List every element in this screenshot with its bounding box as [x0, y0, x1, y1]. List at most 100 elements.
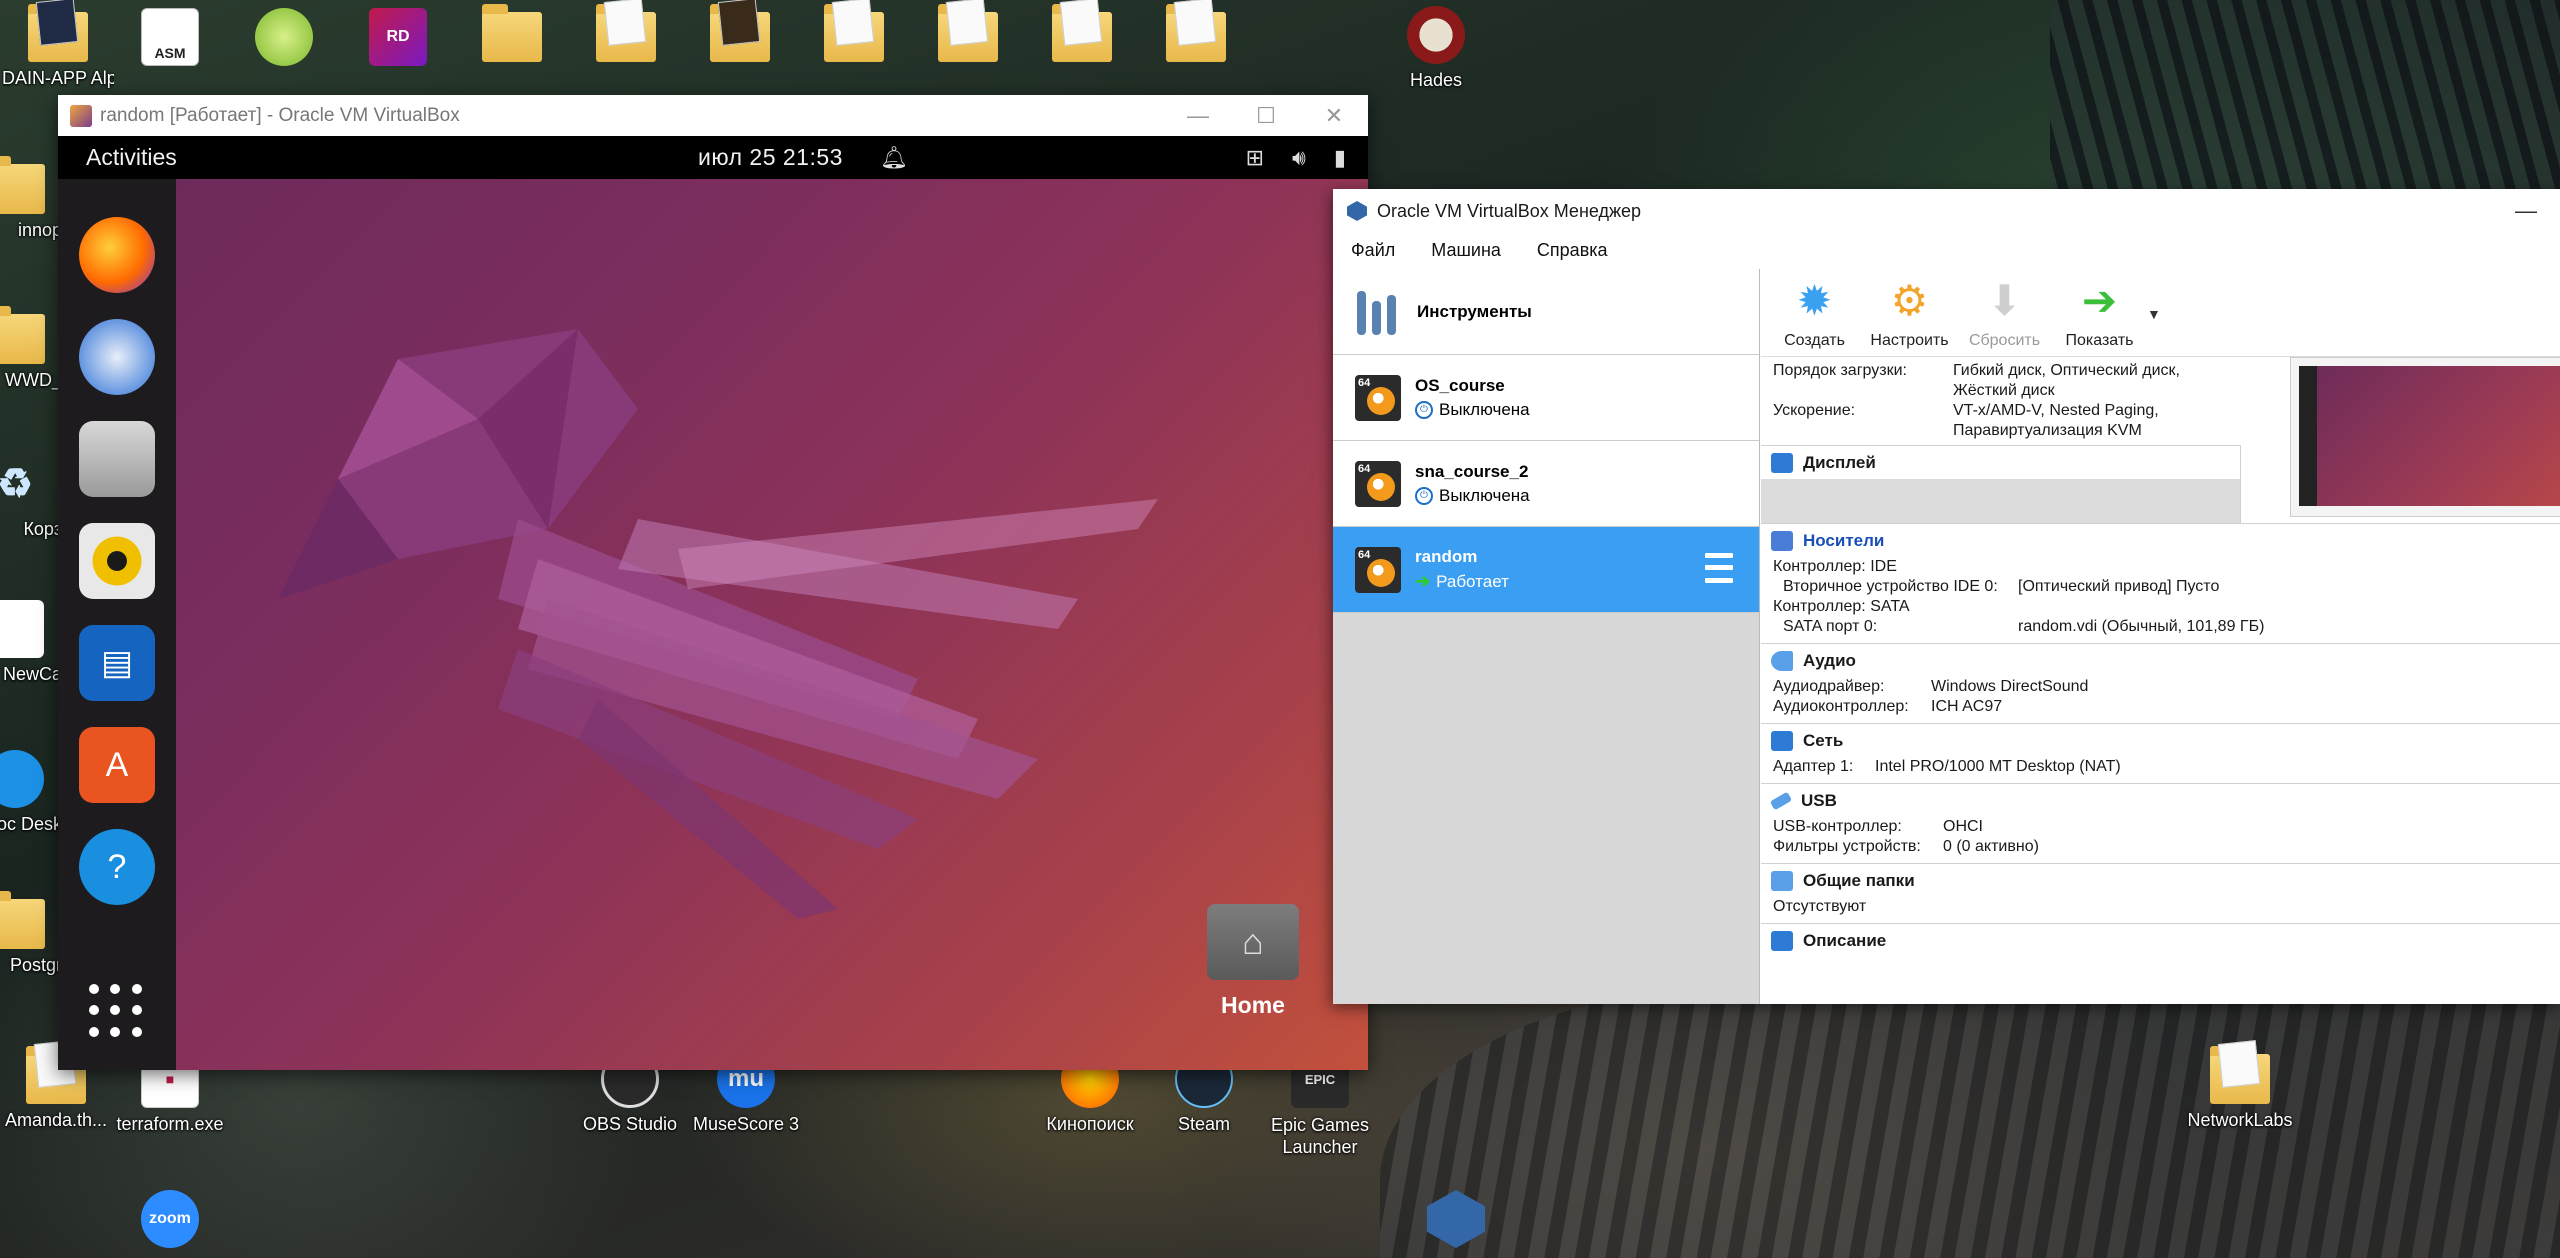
display-icon [1771, 452, 1793, 473]
description-header[interactable]: Описание [1761, 923, 2560, 957]
show-dropdown-arrow-icon[interactable]: ▼ [2147, 306, 2161, 356]
virtualbox-icon [1347, 201, 1367, 221]
description-icon [1771, 930, 1793, 951]
audio-section: Аудио Аудиодрайвер: Windows DirectSound А… [1761, 643, 2560, 723]
folder-icon [0, 306, 45, 364]
manager-titlebar[interactable]: Oracle VM VirtualBox Менеджер — ☐ [1333, 189, 2560, 233]
desktop-icon-folder-7[interactable] [1140, 0, 1252, 62]
firefox-icon[interactable] [79, 217, 155, 293]
ubuntu-dock: ▤ A ? [58, 179, 176, 1070]
settings-button[interactable]: ⚙ Настроить [1862, 276, 1957, 356]
volume-icon[interactable]: 🔊︎ [1292, 145, 1306, 171]
help-icon[interactable]: ? [79, 829, 155, 905]
ubuntu-64-icon: 64 [1355, 546, 1401, 593]
activities-button[interactable]: Activities [58, 144, 177, 171]
shared-folder-icon [1771, 870, 1793, 891]
desktop-icon-rider[interactable]: RD [342, 8, 454, 66]
battery-icon[interactable]: ▮ [1334, 145, 1346, 171]
home-icon: ⌂ [1207, 904, 1299, 980]
shared-folders-header[interactable]: Общие папки [1761, 863, 2560, 897]
desktop-icon-folder-2[interactable] [570, 0, 682, 62]
folder-icon [824, 0, 884, 62]
tools-icon [1357, 289, 1403, 335]
vm-item-os-course[interactable]: 64 OS_course ⏻ Выключена [1333, 355, 1759, 441]
file-icon [0, 600, 44, 658]
vm-titlebar[interactable]: random [Работает] - Oracle VM VirtualBox… [58, 95, 1368, 136]
lime-icon [255, 8, 313, 66]
desktop-icon-folder-5[interactable] [912, 0, 1024, 62]
vm-item-random[interactable]: 64 random ➔ Работает [1333, 527, 1759, 613]
virtualbox-manager-window[interactable]: Oracle VM VirtualBox Менеджер — ☐ Файл М… [1333, 189, 2560, 1004]
maximize-button[interactable]: ☐ [1232, 95, 1300, 136]
audio-header[interactable]: Аудио [1761, 643, 2560, 677]
vm-window[interactable]: random [Работает] - Oracle VM VirtualBox… [58, 95, 1368, 1070]
desktop-icon-lime[interactable] [228, 8, 340, 66]
create-icon: ✹ [1796, 276, 1833, 324]
writer-icon[interactable]: ▤ [79, 625, 155, 701]
vm-preview [2290, 357, 2560, 517]
display-header[interactable]: Дисплей [1761, 445, 2240, 479]
desktop-icon-folder-6[interactable] [1026, 0, 1138, 62]
settings-icon: ⚙ [1890, 276, 1929, 324]
network-header[interactable]: Сеть [1761, 723, 2560, 757]
folder-icon [1052, 0, 1112, 62]
bell-icon[interactable]: 🔔︎ [880, 145, 908, 171]
virtualbox-vm-icon [70, 104, 92, 127]
asm-file-icon: ASM [141, 8, 199, 66]
gnome-top-bar: Activities июл 25 21:53 🔔︎ ⊞ 🔊︎ ▮ [58, 136, 1368, 179]
storage-header[interactable]: Носители [1761, 523, 2560, 557]
folder-icon [2210, 1040, 2270, 1104]
desktop-icon-hades[interactable]: Hades [1380, 6, 1492, 91]
desktop-icon-virtualbox[interactable] [1400, 1190, 1512, 1248]
folder-icon [938, 0, 998, 62]
folder-icon [710, 0, 770, 62]
desktop-icon-dain-app[interactable]: DAIN-APP Alph [2, 0, 114, 89]
menu-file[interactable]: Файл [1351, 240, 1395, 261]
close-button[interactable]: ✕ [1300, 95, 1368, 136]
storage-section: Носители Контроллер: IDE Вторичное устро… [1761, 523, 2560, 643]
menu-machine[interactable]: Машина [1431, 240, 1501, 261]
zoom-icon: zoom [141, 1190, 199, 1248]
vm-list-panel: Инструменты 64 OS_course ⏻ Выключена 64 s… [1333, 269, 1760, 1004]
create-button[interactable]: ✹ Создать [1767, 276, 1862, 356]
folder-icon [0, 891, 45, 949]
guest-desktop[interactable]: ▤ A ? ⌂ Home [58, 179, 1368, 1070]
network-icon[interactable]: ⊞ [1246, 145, 1264, 171]
jellyfish-wallpaper [278, 329, 1158, 919]
home-folder-icon[interactable]: ⌂ Home [1198, 904, 1308, 1019]
desktop-icon-folder-4[interactable] [798, 0, 910, 62]
desktop-icon-asm[interactable]: ASM [114, 8, 226, 66]
usb-icon [1769, 791, 1793, 810]
wallpaper-figure [1380, 980, 2560, 1258]
vm-menu-icon[interactable] [1695, 549, 1733, 587]
desktop-icon-folder-1[interactable] [456, 4, 568, 62]
files-icon[interactable] [79, 421, 155, 497]
discard-button[interactable]: ⬇ Сбросить [1957, 276, 2052, 356]
thunderbird-icon[interactable] [79, 319, 155, 395]
minimize-button[interactable]: — [2492, 191, 2560, 232]
rhythmbox-icon[interactable] [79, 523, 155, 599]
menu-help[interactable]: Справка [1537, 240, 1608, 261]
shared-folders-section: Общие папки Отсутствуют [1761, 863, 2560, 923]
desktop-icon-folder-3[interactable] [684, 0, 796, 62]
rider-icon: RD [369, 8, 427, 66]
network-icon [1771, 730, 1793, 751]
desktop-icon-networklabs[interactable]: NetworkLabs [2184, 1040, 2296, 1131]
tools-item[interactable]: Инструменты [1333, 269, 1759, 355]
minimize-button[interactable]: — [1164, 95, 1232, 136]
display-section: Дисплей [1761, 445, 2241, 523]
clock[interactable]: июл 25 21:53 [698, 144, 843, 171]
ubuntu-64-icon: 64 [1355, 374, 1401, 421]
running-arrow-icon: ➔ [1415, 571, 1431, 591]
usb-header[interactable]: USB [1761, 783, 2560, 817]
vm-details: Порядок загрузки: Гибкий диск, Оптический… [1761, 357, 2560, 1004]
vm-window-title: random [Работает] - Oracle VM VirtualBox [100, 104, 460, 126]
manager-title: Oracle VM VirtualBox Менеджер [1377, 200, 1642, 221]
show-apps-icon[interactable] [89, 984, 145, 1040]
hades-skull-icon [1407, 6, 1465, 64]
show-icon: ➔ [2081, 276, 2118, 324]
show-button[interactable]: ➔ Показать [2052, 276, 2147, 356]
vm-item-sna-course-2[interactable]: 64 sna_course_2 ⏻ Выключена [1333, 441, 1759, 527]
app-center-icon[interactable]: A [79, 727, 155, 803]
desktop-icon-zoom[interactable]: zoom [114, 1190, 226, 1248]
